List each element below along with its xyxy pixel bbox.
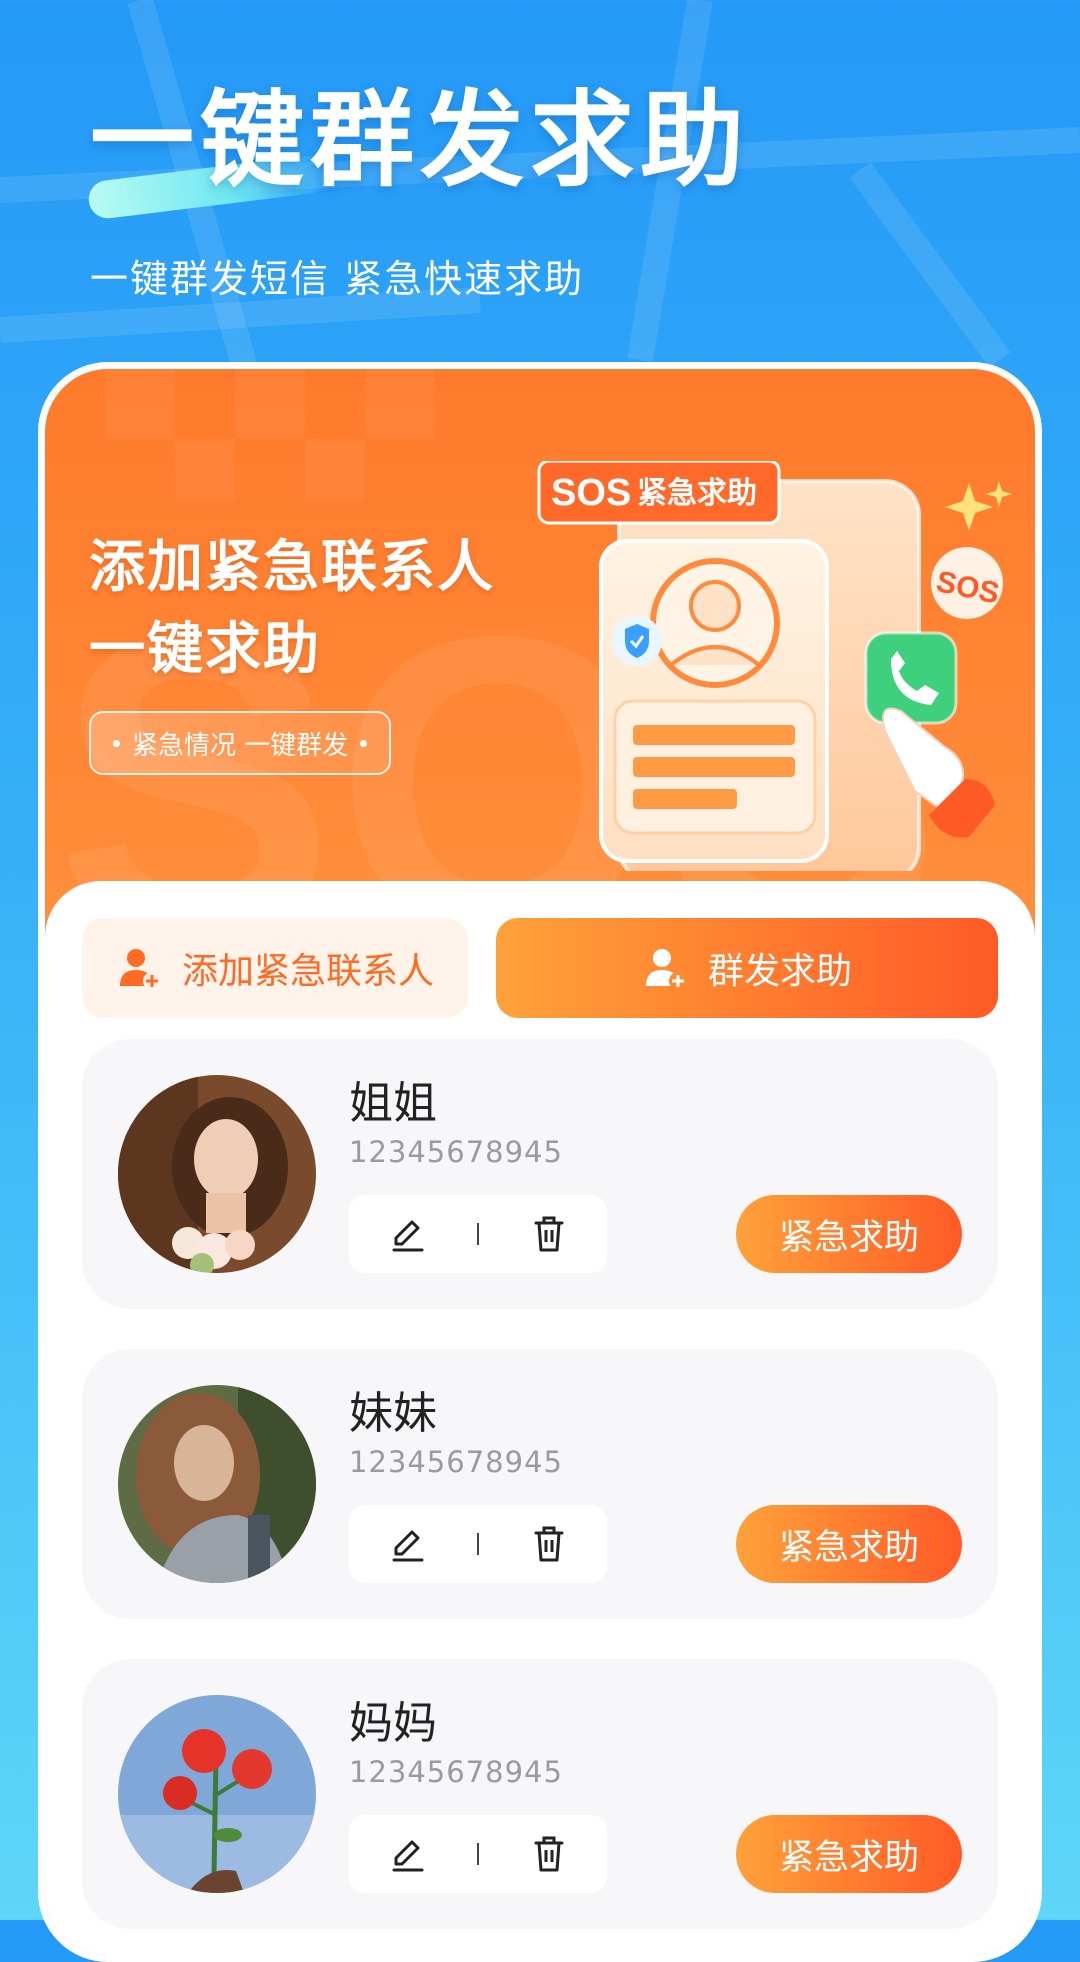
contact-tools	[349, 1815, 607, 1893]
contact-name: 妈妈	[349, 1698, 437, 1749]
contact-tools	[349, 1505, 607, 1583]
banner-tag: 紧急情况 一键群发	[89, 711, 392, 775]
trash-icon	[534, 1216, 564, 1252]
banner-title-line1: 添加紧急联系人	[89, 535, 495, 600]
contact-avatar[interactable]	[118, 1075, 316, 1273]
tool-divider	[477, 1223, 479, 1245]
phone-contact-illustration: SOS 紧急求助 SOS	[537, 461, 1012, 871]
edit-button[interactable]	[386, 1832, 430, 1876]
avatar-photo-roses	[118, 1695, 316, 1893]
contact-phone: 12345678945	[349, 1135, 563, 1169]
contact-avatar[interactable]	[118, 1695, 316, 1893]
add-contact-button[interactable]: 添加紧急联系人	[82, 918, 468, 1018]
group-help-label: 群发求助	[707, 951, 852, 992]
emergency-help-button[interactable]: 紧急求助	[736, 1505, 962, 1583]
delete-button[interactable]	[527, 1522, 571, 1566]
edit-button[interactable]	[386, 1522, 430, 1566]
avatar-photo-girl-garden	[118, 1385, 316, 1583]
page-title: 一键群发求助	[90, 79, 751, 201]
badge-sos-text: SOS	[551, 472, 631, 514]
pill-dot-right	[360, 739, 368, 747]
emergency-card: SOS 添加紧急联系人 一键求助 紧急情况 一键群发 SOS 紧急求助 SOS …	[38, 362, 1042, 1962]
edit-icon	[392, 1220, 424, 1252]
emergency-help-button[interactable]: 紧急求助	[736, 1815, 962, 1893]
contact-card: 妈妈 12345678945 紧急求助	[82, 1659, 998, 1929]
contacts-panel: 添加紧急联系人 群发求助 姐姐 12345678945 紧急求助 妹妹 1234…	[45, 881, 1035, 1955]
contact-avatar[interactable]	[118, 1385, 316, 1583]
delete-button[interactable]	[527, 1832, 571, 1876]
edit-icon	[392, 1840, 424, 1872]
edit-button[interactable]	[386, 1212, 430, 1256]
contact-phone: 12345678945	[349, 1445, 563, 1479]
trash-icon	[534, 1836, 564, 1872]
contact-tools	[349, 1195, 607, 1273]
banner-title: 添加紧急联系人 一键求助	[89, 527, 495, 691]
action-bar: 添加紧急联系人 群发求助	[82, 918, 998, 1018]
emergency-help-button[interactable]: 紧急求助	[736, 1195, 962, 1273]
contact-phone: 12345678945	[349, 1755, 563, 1789]
group-help-button[interactable]: 群发求助	[496, 918, 998, 1018]
contact-name: 妹妹	[349, 1388, 437, 1439]
tool-divider	[477, 1533, 479, 1555]
group-user-icon	[645, 949, 687, 990]
page-subtitle: 一键群发短信 紧急快速求助	[90, 257, 585, 301]
banner-tag-text: 紧急情况 一键群发	[132, 730, 349, 761]
contact-name: 姐姐	[349, 1078, 437, 1129]
add-contact-label: 添加紧急联系人	[181, 951, 434, 992]
add-user-icon	[119, 949, 161, 990]
avatar-photo-girl-flowers	[118, 1075, 316, 1273]
contact-card: 姐姐 12345678945 紧急求助	[82, 1039, 998, 1309]
trash-icon	[534, 1526, 564, 1562]
delete-button[interactable]	[527, 1212, 571, 1256]
tool-divider	[477, 1843, 479, 1865]
contact-card: 妹妹 12345678945 紧急求助	[82, 1349, 998, 1619]
banner-title-line2: 一键求助	[89, 617, 321, 682]
badge-help-text: 紧急求助	[637, 476, 757, 511]
pill-dot-left	[113, 739, 120, 747]
edit-icon	[392, 1530, 424, 1562]
